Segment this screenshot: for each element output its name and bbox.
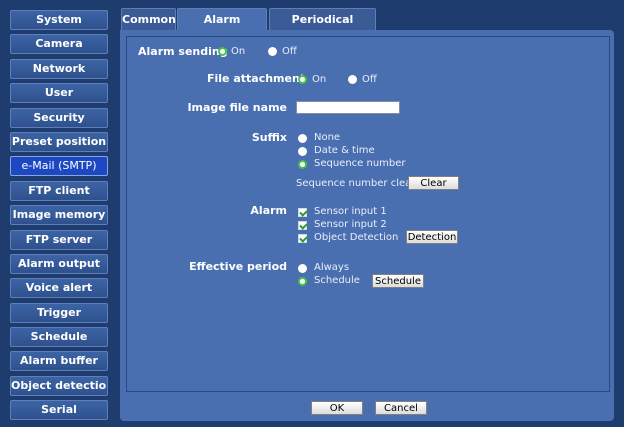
settings-page: System Camera Network User Security Pres… (0, 0, 624, 427)
sidebar-item-image-memory[interactable]: Image memory (10, 205, 108, 226)
schedule-button[interactable]: Schedule (372, 274, 424, 288)
image-file-name-input[interactable] (296, 101, 400, 114)
alarm-sending-label: Alarm sending (138, 45, 228, 58)
suffix-sequence-number-radio[interactable] (298, 160, 307, 169)
alarm-sending-off-label: Off (282, 46, 297, 57)
settings-panel: Alarm sending On Off File attachment On … (120, 30, 614, 421)
sidebar-item-voice-alert[interactable]: Voice alert (10, 278, 108, 299)
tab-common[interactable]: Common (121, 8, 176, 31)
sensor-input-1-label: Sensor input 1 (314, 206, 387, 217)
sidebar-item-email-smtp[interactable]: e-Mail (SMTP) (10, 156, 108, 177)
sensor-input-2-checkbox[interactable] (298, 221, 307, 230)
sidebar-item-security[interactable]: Security (10, 107, 108, 128)
suffix-label: Suffix (251, 131, 287, 144)
sidebar-item-system[interactable]: System (10, 10, 108, 30)
effective-period-always-radio[interactable] (298, 264, 307, 273)
detection-button[interactable]: Detection (406, 230, 458, 244)
form-area: Alarm sending On Off File attachment On … (126, 36, 610, 392)
file-attachment-on-radio[interactable] (298, 75, 307, 84)
ok-button[interactable]: OK (311, 401, 363, 415)
effective-period-always-label: Always (314, 262, 350, 273)
suffix-none-radio[interactable] (298, 134, 307, 143)
cancel-button[interactable]: Cancel (375, 401, 427, 415)
clear-button[interactable]: Clear (408, 176, 459, 190)
image-file-name-label: Image file name (187, 101, 287, 114)
sensor-input-1-checkbox[interactable] (298, 208, 307, 217)
sidebar-item-schedule[interactable]: Schedule (10, 327, 108, 348)
effective-period-schedule-label: Schedule (314, 275, 360, 286)
alarm-sending-on-radio[interactable] (218, 47, 227, 56)
sidebar-item-serial[interactable]: Serial (10, 400, 108, 421)
object-detection-checkbox[interactable] (298, 234, 307, 243)
suffix-date-time-radio[interactable] (298, 147, 307, 156)
file-attachment-label: File attachment (207, 72, 306, 85)
tab-alarm-sending[interactable]: Alarm sending (177, 8, 267, 48)
tab-periodical-sending[interactable]: Periodical sending (269, 8, 376, 48)
file-attachment-on-label: On (312, 74, 327, 85)
suffix-sequence-number-label: Sequence number (314, 158, 406, 169)
suffix-none-label: None (314, 132, 341, 143)
alarm-sending-off-radio[interactable] (268, 47, 277, 56)
sensor-input-2-label: Sensor input 2 (314, 219, 387, 230)
effective-period-schedule-radio[interactable] (298, 277, 307, 286)
sidebar-item-object-detection[interactable]: Object detection (10, 375, 108, 396)
effective-period-label: Effective period (189, 260, 287, 273)
sidebar-menu: System Camera Network User Security Pres… (10, 10, 108, 425)
sidebar-item-alarm-buffer[interactable]: Alarm buffer (10, 351, 108, 372)
sidebar-item-alarm-output[interactable]: Alarm output (10, 253, 108, 274)
sidebar-item-user[interactable]: User (10, 83, 108, 104)
sidebar-item-camera[interactable]: Camera (10, 34, 108, 55)
sidebar-item-ftp-server[interactable]: FTP server (10, 229, 108, 250)
alarm-label: Alarm (250, 204, 287, 217)
sidebar-item-ftp-client[interactable]: FTP client (10, 180, 108, 201)
alarm-sending-on-label: On (231, 46, 246, 57)
sequence-number-clear-label: Sequence number clear (296, 178, 416, 189)
file-attachment-off-label: Off (362, 74, 377, 85)
file-attachment-off-radio[interactable] (348, 75, 357, 84)
object-detection-label: Object Detection (314, 232, 399, 243)
sidebar-item-network[interactable]: Network (10, 58, 108, 79)
sidebar-item-trigger[interactable]: Trigger (10, 302, 108, 323)
sidebar-item-preset-position[interactable]: Preset position (10, 131, 108, 152)
suffix-date-time-label: Date & time (314, 145, 375, 156)
